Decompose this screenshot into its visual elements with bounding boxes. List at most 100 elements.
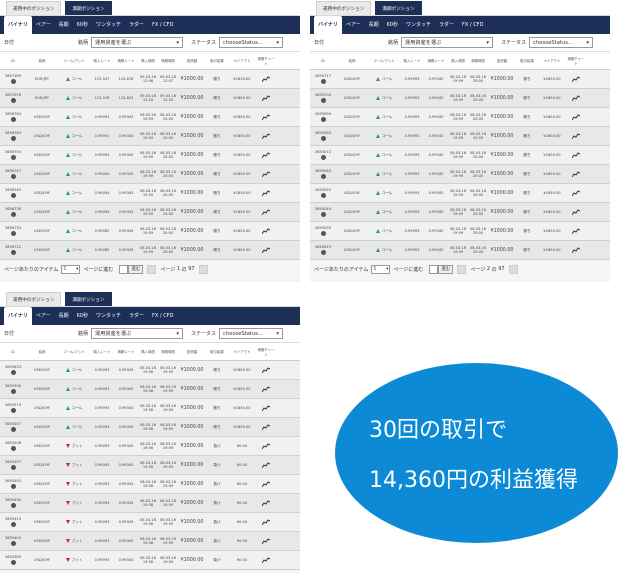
nav-tab-2[interactable]: 長期 bbox=[365, 16, 383, 34]
expiry-chart-icon[interactable] bbox=[572, 228, 580, 234]
expiry-chart-icon[interactable] bbox=[262, 171, 270, 177]
next-page-button[interactable] bbox=[508, 264, 518, 274]
expiry-chart-icon[interactable] bbox=[262, 228, 270, 234]
nav-tab-3[interactable]: 60秒 bbox=[73, 16, 92, 34]
chart-cell[interactable] bbox=[256, 152, 276, 158]
prev-page-button[interactable] bbox=[457, 264, 467, 274]
nav-tab-5[interactable]: ラダー bbox=[125, 307, 148, 325]
chart-cell[interactable] bbox=[566, 228, 586, 234]
chart-cell[interactable] bbox=[256, 538, 276, 544]
chart-cell[interactable] bbox=[256, 443, 276, 449]
chart-cell[interactable] bbox=[566, 76, 586, 82]
expiry-chart-icon[interactable] bbox=[572, 171, 580, 177]
expiry-chart-icon[interactable] bbox=[572, 247, 580, 253]
expiry-chart-icon[interactable] bbox=[572, 152, 580, 158]
nav-tab-6[interactable]: FX / CFD bbox=[458, 16, 487, 34]
chart-cell[interactable] bbox=[256, 76, 276, 82]
chart-cell[interactable] bbox=[256, 462, 276, 468]
status-select[interactable]: chooseStatus... ▾ bbox=[219, 37, 284, 48]
expiry-chart-icon[interactable] bbox=[262, 519, 270, 525]
chart-cell[interactable] bbox=[256, 500, 276, 506]
nav-tab-6[interactable]: FX / CFD bbox=[148, 16, 177, 34]
page-number-input[interactable] bbox=[429, 264, 439, 274]
tab-running-positions[interactable]: 運用中のポジション bbox=[6, 292, 62, 306]
chart-cell[interactable] bbox=[566, 133, 586, 139]
nav-tab-1[interactable]: ペアー bbox=[342, 16, 365, 34]
expiry-chart-icon[interactable] bbox=[572, 133, 580, 139]
expiry-chart-icon[interactable] bbox=[262, 557, 270, 563]
chart-cell[interactable] bbox=[566, 152, 586, 158]
nav-tab-2[interactable]: 長期 bbox=[55, 16, 73, 34]
next-page-button[interactable] bbox=[198, 264, 208, 274]
expiry-chart-icon[interactable] bbox=[262, 538, 270, 544]
tab-expired-positions[interactable]: 満期ポジション bbox=[65, 292, 112, 306]
expiry-chart-icon[interactable] bbox=[572, 190, 580, 196]
page-number-input[interactable] bbox=[119, 264, 129, 274]
tab-expired-positions[interactable]: 満期ポジション bbox=[65, 1, 112, 15]
nav-tab-4[interactable]: ワンタッチ bbox=[92, 307, 125, 325]
expiry-chart-icon[interactable] bbox=[262, 247, 270, 253]
tab-running-positions[interactable]: 運用中のポジション bbox=[316, 1, 372, 15]
chart-cell[interactable] bbox=[256, 557, 276, 563]
expiry-chart-icon[interactable] bbox=[262, 443, 270, 449]
expiry-chart-icon[interactable] bbox=[262, 405, 270, 411]
tab-expired-positions[interactable]: 満期ポジション bbox=[375, 1, 422, 15]
expiry-chart-icon[interactable] bbox=[262, 367, 270, 373]
nav-tab-0[interactable]: バイナリ bbox=[314, 16, 342, 34]
chart-cell[interactable] bbox=[256, 424, 276, 430]
chart-cell[interactable] bbox=[256, 95, 276, 101]
asset-select[interactable]: 運用資産を選ぶ ▾ bbox=[91, 328, 184, 339]
nav-tab-2[interactable]: 長期 bbox=[55, 307, 73, 325]
chart-cell[interactable] bbox=[566, 95, 586, 101]
expiry-chart-icon[interactable] bbox=[262, 152, 270, 158]
expiry-chart-icon[interactable] bbox=[262, 500, 270, 506]
nav-tab-0[interactable]: バイナリ bbox=[4, 307, 32, 325]
expiry-chart-icon[interactable] bbox=[262, 190, 270, 196]
go-button[interactable]: 進む bbox=[128, 264, 144, 274]
go-button[interactable]: 進む bbox=[438, 264, 454, 274]
tab-running-positions[interactable]: 運用中のポジション bbox=[6, 1, 62, 15]
nav-tab-1[interactable]: ペアー bbox=[32, 16, 55, 34]
expiry-chart-icon[interactable] bbox=[262, 133, 270, 139]
expiry-chart-icon[interactable] bbox=[262, 76, 270, 82]
chart-cell[interactable] bbox=[256, 171, 276, 177]
status-select[interactable]: chooseStatus... ▾ bbox=[529, 37, 594, 48]
expiry-chart-icon[interactable] bbox=[262, 95, 270, 101]
asset-select[interactable]: 運用資産を選ぶ ▾ bbox=[91, 37, 184, 48]
expiry-chart-icon[interactable] bbox=[262, 209, 270, 215]
nav-tab-3[interactable]: 60秒 bbox=[383, 16, 402, 34]
nav-tab-6[interactable]: FX / CFD bbox=[148, 307, 177, 325]
chart-cell[interactable] bbox=[256, 367, 276, 373]
chart-cell[interactable] bbox=[256, 481, 276, 487]
nav-tab-1[interactable]: ペアー bbox=[32, 307, 55, 325]
chart-cell[interactable] bbox=[256, 209, 276, 215]
nav-tab-3[interactable]: 60秒 bbox=[73, 307, 92, 325]
chart-cell[interactable] bbox=[256, 519, 276, 525]
chart-cell[interactable] bbox=[256, 247, 276, 253]
nav-tab-5[interactable]: ラダー bbox=[435, 16, 458, 34]
expiry-chart-icon[interactable] bbox=[572, 114, 580, 120]
chart-cell[interactable] bbox=[566, 114, 586, 120]
chart-cell[interactable] bbox=[256, 114, 276, 120]
nav-tab-4[interactable]: ワンタッチ bbox=[92, 16, 125, 34]
chart-cell[interactable] bbox=[256, 133, 276, 139]
nav-tab-4[interactable]: ワンタッチ bbox=[402, 16, 435, 34]
chart-cell[interactable] bbox=[256, 386, 276, 392]
status-select[interactable]: chooseStatus... ▾ bbox=[219, 328, 284, 339]
items-per-page-select[interactable]: 5 ▾ bbox=[371, 264, 391, 274]
items-per-page-select[interactable]: 5 ▾ bbox=[61, 264, 81, 274]
expiry-chart-icon[interactable] bbox=[572, 76, 580, 82]
chart-cell[interactable] bbox=[566, 190, 586, 196]
chart-cell[interactable] bbox=[566, 209, 586, 215]
nav-tab-0[interactable]: バイナリ bbox=[4, 16, 32, 34]
prev-page-button[interactable] bbox=[147, 264, 157, 274]
chart-cell[interactable] bbox=[256, 228, 276, 234]
chart-cell[interactable] bbox=[256, 405, 276, 411]
chart-cell[interactable] bbox=[256, 190, 276, 196]
expiry-chart-icon[interactable] bbox=[262, 386, 270, 392]
expiry-chart-icon[interactable] bbox=[262, 114, 270, 120]
expiry-chart-icon[interactable] bbox=[572, 209, 580, 215]
chart-cell[interactable] bbox=[566, 247, 586, 253]
expiry-chart-icon[interactable] bbox=[262, 424, 270, 430]
expiry-chart-icon[interactable] bbox=[262, 462, 270, 468]
